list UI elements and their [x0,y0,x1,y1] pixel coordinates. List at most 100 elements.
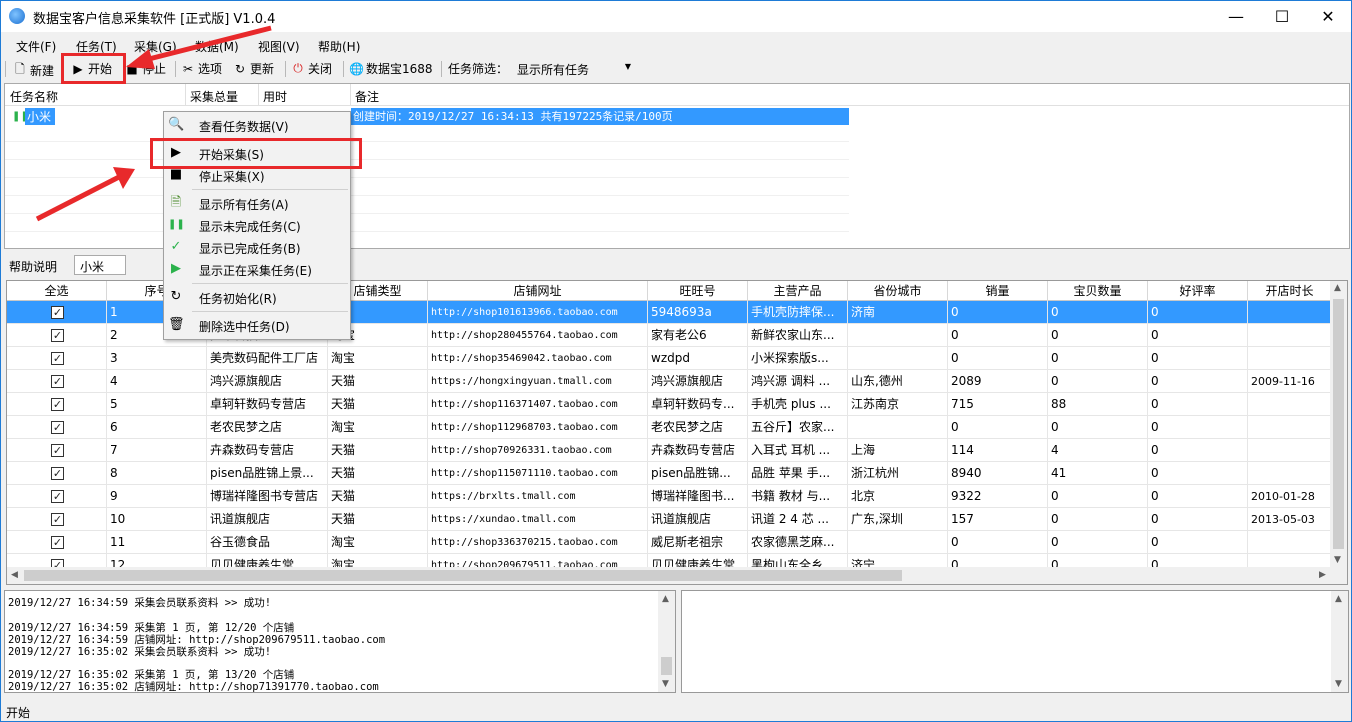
scroll-down-icon[interactable]: ▼ [1334,555,1341,565]
table-cell: 4 [107,370,207,393]
scroll-left-icon[interactable]: ◀ [11,570,18,580]
help-task-field[interactable]: 小米 [74,255,126,275]
select-cell: ✓ [7,301,107,324]
table-cell: 0 [1048,508,1148,531]
scroll-right-icon[interactable]: ▶ [1319,570,1326,580]
scroll-up-icon[interactable]: ▲ [1334,283,1341,293]
select-cell: ✓ [7,393,107,416]
row-checkbox[interactable]: ✓ [51,352,64,365]
vertical-scroll-thumb[interactable] [1333,299,1344,549]
table-cell: 天猫 [328,508,428,531]
table-cell: https://hongxingyuan.tmall.com [428,370,648,393]
table-cell: 手机壳 plus ... [748,393,848,416]
table-row[interactable]: ✓ 11 谷玉德食品 淘宝 http://shop336370215.taobao.co… [7,531,1332,554]
table-cell: 5 [107,393,207,416]
log-scroll-thumb[interactable] [661,657,672,675]
row-checkbox[interactable]: ✓ [51,375,64,388]
table-cell: wzdpd [648,347,748,370]
col-task-name[interactable]: 任务名称 [10,88,58,105]
table-cell: 0 [1148,324,1248,347]
menu-show-running[interactable]: ▶ 显示正在采集任务(E) [164,258,350,280]
stop-icon: ■ [169,167,183,182]
row-checkbox[interactable]: ✓ [51,421,64,434]
log-scrollbar[interactable]: ▲ ▼ [658,591,675,692]
grid-col-header[interactable]: 主营产品 [748,281,848,301]
horizontal-scrollbar[interactable]: ◀ ▶ [7,567,1347,584]
filter-label: 任务筛选： [448,62,509,76]
minimize-button[interactable]: — [1213,1,1259,32]
menu-file[interactable]: 文件(F) [16,38,56,55]
scroll-down-icon[interactable]: ▼ [1335,679,1342,689]
table-cell: 淘宝 [328,416,428,439]
table-cell: 家有老公6 [648,324,748,347]
row-checkbox[interactable]: ✓ [51,398,64,411]
menu-show-unfinished[interactable]: ❚❚ 显示未完成任务(C) [164,214,350,236]
detail-panel[interactable]: ▲ ▼ [681,590,1349,693]
menu-view-task-data[interactable]: 🔍 查看任务数据(V) [164,114,350,136]
table-cell: 淘宝 [328,347,428,370]
menu-help[interactable]: 帮助(H) [318,38,360,55]
close-window-button[interactable]: ✕ [1305,1,1351,32]
menu-label: 停止采集(X) [199,170,265,184]
col-time[interactable]: 用时 [263,88,287,105]
table-cell: 0 [1148,439,1248,462]
row-checkbox[interactable]: ✓ [51,444,64,457]
table-row[interactable]: ✓ 9 博瑞祥隆图书专营店 天猫 https://brxlts.tmall.com 博瑞祥… [7,485,1332,508]
select-cell: ✓ [7,324,107,347]
search-icon: 🔍 [168,117,185,132]
detail-scrollbar[interactable]: ▲ ▼ [1331,591,1348,692]
row-checkbox[interactable]: ✓ [51,490,64,503]
grid-col-header[interactable]: 好评率 [1148,281,1248,301]
table-cell: 0 [948,301,1048,324]
chevron-down-icon: ▼ [624,62,631,71]
scroll-up-icon[interactable]: ▲ [662,594,669,604]
grid-col-header[interactable]: 全选 [7,281,107,301]
row-checkbox[interactable]: ✓ [51,306,64,319]
menu-delete-task[interactable]: 🗑 删除选中任务(D) [164,314,350,336]
grid-col-header[interactable]: 销量 [948,281,1048,301]
table-row[interactable]: ✓ 10 讯道旗舰店 天猫 https://xundao.tmall.com 讯道旗舰店讯… [7,508,1332,531]
scroll-up-icon[interactable]: ▲ [1335,594,1342,604]
task-row[interactable]: ❚❚ 小米 创建时间：2019/12/27 16:34:13 共有197225条… [5,108,849,125]
row-checkbox[interactable]: ✓ [51,329,64,342]
select-cell: ✓ [7,508,107,531]
grid-col-header[interactable]: 旺旺号 [648,281,748,301]
table-row[interactable]: ✓ 5 卓轲轩数码专营店 天猫 http://shop116371407.taobao.… [7,393,1332,416]
grid-col-header[interactable]: 店铺网址 [428,281,648,301]
table-row[interactable]: ✓ 8 pisen品胜锦上景... 天猫 http://shop115071110.ta… [7,462,1332,485]
grid-col-header[interactable]: 宝贝数量 [1048,281,1148,301]
log-panel[interactable]: 2019/12/27 16:34:59 采集会员联系资料 >> 成功! 2019… [4,590,676,693]
arrow-to-menu-icon [35,167,135,222]
menu-show-all[interactable]: 🗎 显示所有任务(A) [164,192,350,214]
table-cell: 讯道 2 4 芯 ... [748,508,848,531]
table-cell: 天猫 [328,370,428,393]
col-note[interactable]: 备注 [355,88,379,105]
row-checkbox[interactable]: ✓ [51,513,64,526]
maximize-button[interactable]: ☐ [1259,1,1305,32]
col-total[interactable]: 采集总量 [190,88,238,105]
table-cell: 天猫 [328,485,428,508]
new-button[interactable]: 🗋 新建 [13,60,54,81]
task-filter-select[interactable]: 显示所有任务 ▼ [513,59,635,79]
close-button[interactable]: ⏻ 关闭 [291,60,332,77]
table-row[interactable]: ✓ 4 鸿兴源旗舰店 天猫 https://hongxingyuan.tmall.com… [7,370,1332,393]
table-cell: http://shop101613966.taobao.com [428,301,648,324]
horizontal-scroll-thumb[interactable] [24,570,902,581]
table-row[interactable]: ✓ 7 卉森数码专营店 天猫 http://shop70926331.taobao.co… [7,439,1332,462]
vertical-scrollbar[interactable]: ▲ ▼ [1330,281,1347,569]
row-checkbox[interactable]: ✓ [51,467,64,480]
table-cell: 0 [948,416,1048,439]
site-button[interactable]: 🌐 数据宝1688 [349,60,433,77]
table-row[interactable]: ✓ 3 美壳数码配件工厂店 淘宝 http://shop35469042.taobao.… [7,347,1332,370]
select-cell: ✓ [7,462,107,485]
grid-col-header[interactable]: 省份城市 [848,281,948,301]
row-checkbox[interactable]: ✓ [51,536,64,549]
trash-icon: 🗑 [168,317,185,332]
table-cell: 157 [948,508,1048,531]
grid-col-header[interactable]: 开店时长 [1248,281,1332,301]
select-cell: ✓ [7,370,107,393]
menu-show-finished[interactable]: ✓ 显示已完成任务(B) [164,236,350,258]
menu-reset-task[interactable]: ↻ 任务初始化(R) [164,286,350,308]
table-row[interactable]: ✓ 6 老农民梦之店 淘宝 http://shop112968703.taobao.co… [7,416,1332,439]
scroll-down-icon[interactable]: ▼ [662,679,669,689]
